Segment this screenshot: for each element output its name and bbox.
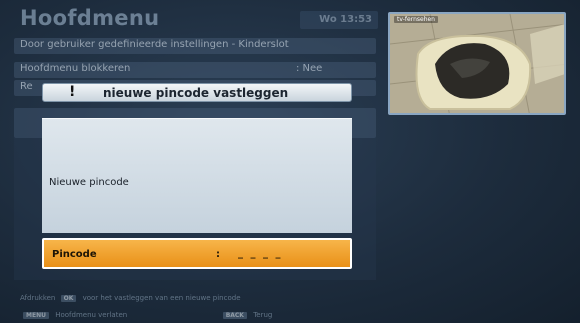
page-title: Hoofdmenu <box>20 6 160 30</box>
clock-display: Wo 13:53 <box>300 11 378 29</box>
footer-hint-prefix: Afdrukken <box>20 294 56 302</box>
menu-item-label: Re <box>20 81 33 92</box>
dialog-body-label: Nieuwe pincode <box>49 177 129 188</box>
ok-key-icon: OK <box>60 295 77 302</box>
menu-item-hoofdmenu-blokkeren[interactable]: Hoofdmenu blokkeren : Nee <box>14 62 376 78</box>
pincode-separator: : <box>216 249 220 260</box>
footer-nav: MENU Hoofdmenu verlaten BACK Terug <box>20 311 272 319</box>
menu-key-icon: MENU <box>23 312 49 319</box>
dialog-title: nieuwe pincode vastleggen <box>103 86 289 100</box>
preview-image <box>390 14 564 113</box>
pincode-label: Pincode <box>52 249 97 260</box>
footer-menu-text: Hoofdmenu verlaten <box>55 311 128 319</box>
menu-item-label: Hoofdmenu blokkeren <box>20 63 131 74</box>
menu-item-value: : Nee <box>296 63 323 74</box>
pincode-input[interactable]: _ _ _ _ <box>238 248 282 259</box>
menu-item-kinderslot[interactable]: Door gebruiker gedefinieerde instellinge… <box>14 38 376 54</box>
dialog-body: Nieuwe pincode <box>42 118 352 233</box>
footer-hint: Afdrukken OK voor het vastleggen van een… <box>20 294 241 302</box>
exclamation-icon: ! <box>69 84 76 100</box>
menu-item-label: Door gebruiker gedefinieerde instellinge… <box>20 39 289 50</box>
footer-hint-text: voor het vastleggen van een nieuwe pinco… <box>82 294 241 302</box>
back-key-icon: BACK <box>222 312 247 319</box>
dialog-header: ! nieuwe pincode vastleggen <box>42 83 352 102</box>
tv-menu-screen: Hoofdmenu Wo 13:53 Door gebruiker gedefi… <box>0 0 580 323</box>
footer-back-text: Terug <box>253 311 273 319</box>
tv-preview-window: tv-fernsehen <box>388 12 566 115</box>
pincode-input-row[interactable]: Pincode : _ _ _ _ <box>42 238 352 269</box>
preview-channel-label: tv-fernsehen <box>394 16 438 23</box>
